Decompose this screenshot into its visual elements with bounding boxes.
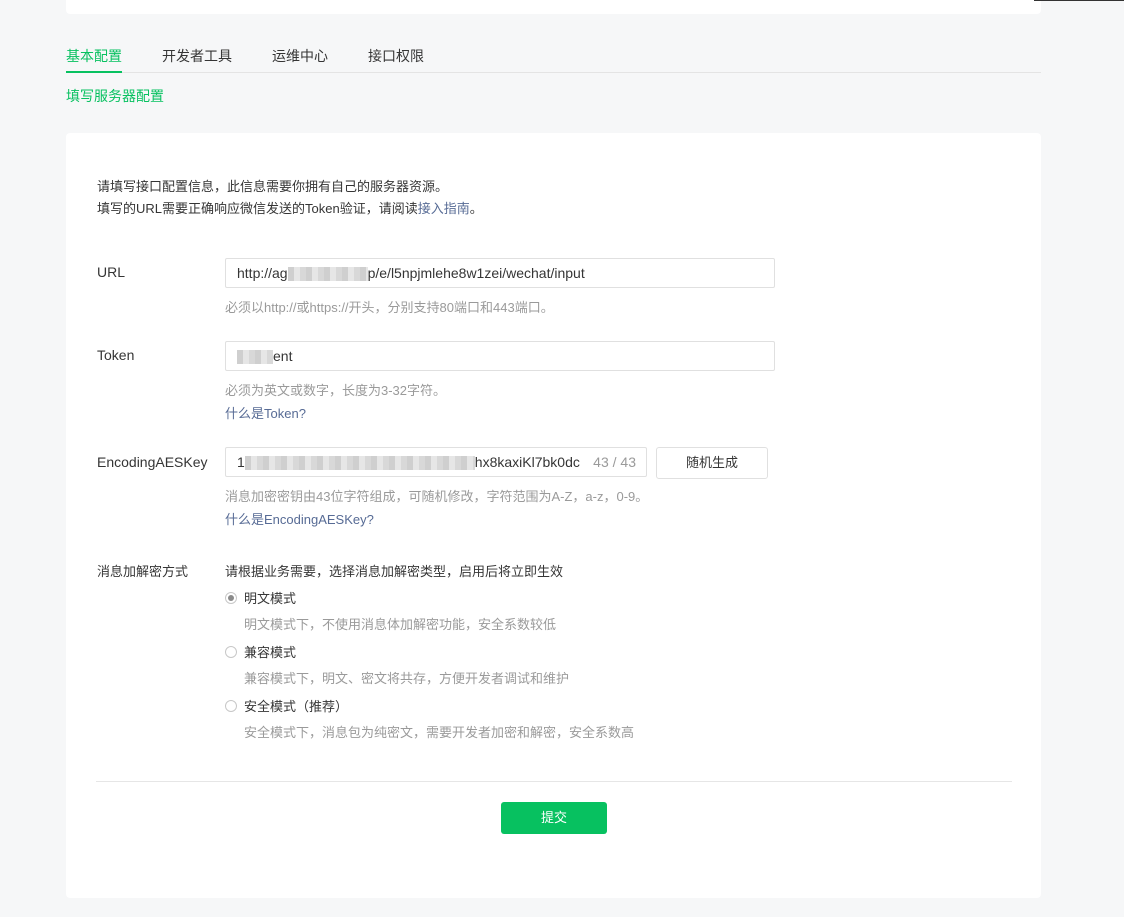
what-is-token-link[interactable]: 什么是Token?	[225, 403, 306, 422]
aes-key-input[interactable]: 1 hx8kaxiKl7bk0dc 43 / 43	[225, 447, 647, 477]
radio-plaintext-label: 明文模式	[244, 591, 297, 606]
aes-key-hint: 消息加密密钥由43位字符组成，可随机修改，字符范围为A-Z，a-z，0-9。	[225, 489, 649, 504]
compatible-mode-desc: 兼容模式下，明文、密文将共存，方便开发者调试和维护	[244, 671, 570, 686]
divider	[96, 781, 1012, 782]
radio-compatible-label: 兼容模式	[244, 645, 297, 660]
page-subtitle: 填写服务器配置	[66, 88, 164, 104]
aes-value-start: 1	[237, 454, 245, 470]
intro-line-2: 填写的URL需要正确响应微信发送的Token验证，请阅读接入指南。	[97, 198, 483, 220]
token-input[interactable]: ent	[225, 341, 775, 371]
radio-button[interactable]	[225, 699, 237, 712]
token-label: Token	[97, 347, 135, 363]
aes-char-count: 43 / 43	[593, 454, 636, 470]
aes-key-label: EncodingAESKey	[97, 454, 208, 470]
secure-mode-desc: 安全模式下，消息包为纯密文，需要开发者加密和解密，安全系数高	[244, 725, 635, 740]
aes-value-end: hx8kaxiKl7bk0dc	[474, 454, 580, 470]
what-is-aes-key-link[interactable]: 什么是EncodingAESKey?	[225, 509, 374, 528]
url-value-end: p/e/l5npjmlehe8w1zei/wechat/input	[367, 265, 585, 281]
random-generate-button[interactable]: 随机生成	[656, 447, 768, 479]
intro-line-2-suffix: 。	[469, 201, 483, 216]
encryption-mode-label: 消息加解密方式	[97, 564, 189, 579]
tab-ops-center[interactable]: 运维中心	[272, 40, 328, 72]
access-guide-link[interactable]: 接入指南	[418, 201, 470, 216]
intro-line-1: 请填写接口配置信息，此信息需要你拥有自己的服务器资源。	[97, 179, 449, 194]
submit-button[interactable]: 提交	[501, 802, 607, 834]
token-value-end: ent	[273, 348, 293, 364]
url-input[interactable]: http://ag p/e/l5npjmlehe8w1zei/wechat/inp…	[225, 258, 775, 288]
url-label: URL	[97, 264, 126, 280]
encryption-prompt: 请根据业务需要，选择消息加解密类型，启用后将立即生效	[225, 564, 564, 579]
radio-secure-label: 安全模式（推荐）	[244, 699, 349, 714]
token-hint: 必须为英文或数字，长度为3-32字符。	[225, 383, 447, 398]
url-hint: 必须以http://或https://开头，分别支持80端口和443端口。	[225, 300, 554, 315]
intro-line-2-text: 填写的URL需要正确响应微信发送的Token验证，请阅读	[97, 201, 418, 216]
config-card: 请填写接口配置信息，此信息需要你拥有自己的服务器资源。 填写的URL需要正确响应…	[66, 133, 1041, 898]
tab-bar: 基本配置 开发者工具 运维中心 接口权限	[66, 40, 1041, 73]
redacted-mask	[237, 350, 273, 365]
url-value-start: http://ag	[237, 265, 288, 281]
tab-basic-config[interactable]: 基本配置	[66, 40, 122, 73]
radio-plaintext-mode[interactable]: 明文模式	[225, 588, 296, 607]
tab-developer-tools[interactable]: 开发者工具	[162, 40, 232, 72]
radio-button-checked[interactable]	[225, 591, 237, 604]
top-card	[66, 0, 1041, 14]
top-edge-line	[1034, 0, 1124, 1]
intro-text: 请填写接口配置信息，此信息需要你拥有自己的服务器资源。 填写的URL需要正确响应…	[97, 176, 483, 220]
redacted-mask	[287, 267, 368, 282]
radio-button[interactable]	[225, 645, 237, 658]
tab-api-permissions[interactable]: 接口权限	[368, 40, 424, 72]
radio-compatible-mode[interactable]: 兼容模式	[225, 642, 296, 661]
plaintext-mode-desc: 明文模式下，不使用消息体加解密功能，安全系数较低	[244, 617, 557, 632]
redacted-mask	[244, 456, 475, 471]
radio-secure-mode[interactable]: 安全模式（推荐）	[225, 696, 348, 715]
